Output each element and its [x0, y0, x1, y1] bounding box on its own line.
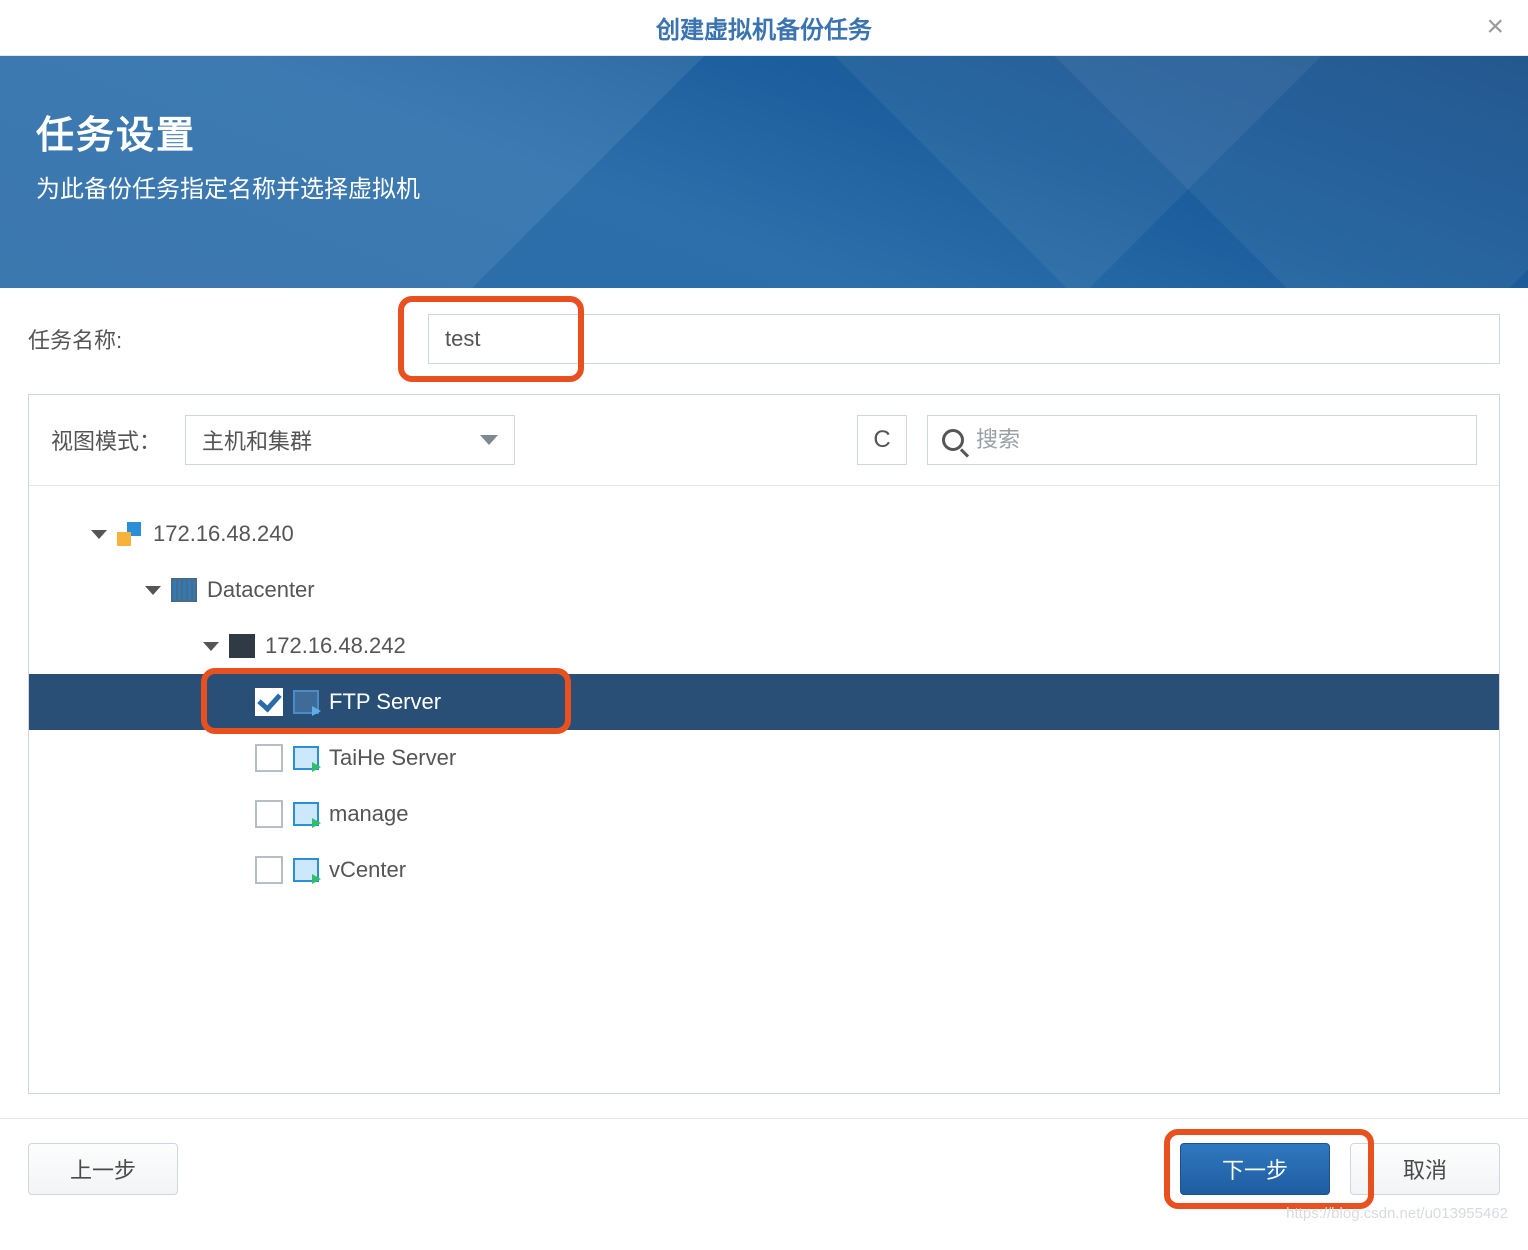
- tree-node-datacenter[interactable]: Datacenter: [45, 562, 1483, 618]
- vm-checkbox[interactable]: [255, 800, 283, 828]
- vm-icon: [293, 690, 319, 714]
- wizard-header: 任务设置 为此备份任务指定名称并选择虚拟机: [0, 56, 1528, 288]
- tree-node-vm[interactable]: TaiHe Server: [45, 730, 1483, 786]
- task-name-label: 任务名称:: [28, 323, 428, 355]
- tree-toolbar: 视图模式： 主机和集群 C: [29, 395, 1499, 486]
- datacenter-icon: [171, 578, 197, 602]
- wizard-footer: 上一步 下一步 取消 https://blog.csdn.net/u013955…: [0, 1118, 1528, 1218]
- search-icon: [942, 429, 964, 451]
- vm-icon: [293, 746, 319, 770]
- expand-icon[interactable]: [203, 642, 219, 651]
- vm-checkbox[interactable]: [255, 856, 283, 884]
- expand-icon[interactable]: [145, 586, 161, 595]
- vm-checkbox[interactable]: [255, 688, 283, 716]
- tree-node-label: Datacenter: [207, 577, 315, 603]
- tree-node-vm[interactable]: vCenter: [45, 842, 1483, 898]
- host-icon: [229, 634, 255, 658]
- chevron-down-icon: [480, 435, 498, 445]
- tree-node-label: FTP Server: [329, 689, 441, 715]
- search-box[interactable]: [927, 415, 1477, 465]
- expand-icon[interactable]: [91, 530, 107, 539]
- vm-icon: [293, 858, 319, 882]
- close-icon[interactable]: ×: [1486, 10, 1504, 44]
- next-button[interactable]: 下一步: [1180, 1143, 1330, 1195]
- tree-node-vm[interactable]: manage: [45, 786, 1483, 842]
- view-mode-value: 主机和集群: [202, 424, 312, 456]
- tree-node-vm[interactable]: FTP Server: [29, 674, 1499, 730]
- wizard-heading: 任务设置: [36, 104, 1492, 159]
- vm-tree-panel: 视图模式： 主机和集群 C 172.16.48.240: [28, 394, 1500, 1094]
- tree-node-vcenter[interactable]: 172.16.48.240: [45, 506, 1483, 562]
- tree-node-label: 172.16.48.240: [153, 521, 294, 547]
- cancel-button[interactable]: 取消: [1350, 1143, 1500, 1195]
- search-input[interactable]: [976, 427, 1462, 453]
- vm-icon: [293, 802, 319, 826]
- vm-checkbox[interactable]: [255, 744, 283, 772]
- dialog-titlebar: 创建虚拟机备份任务 ×: [0, 0, 1528, 56]
- tree-node-label: vCenter: [329, 857, 406, 883]
- view-mode-select[interactable]: 主机和集群: [185, 415, 515, 465]
- tree-node-host[interactable]: 172.16.48.242: [45, 618, 1483, 674]
- task-name-input[interactable]: [428, 314, 1500, 364]
- prev-button[interactable]: 上一步: [28, 1143, 178, 1195]
- refresh-icon: C: [873, 426, 890, 454]
- tree-node-label: manage: [329, 801, 409, 827]
- vm-tree: 172.16.48.240 Datacenter 172.16.48.242 F…: [29, 486, 1499, 918]
- watermark: https://blog.csdn.net/u013955462: [1286, 1205, 1508, 1222]
- tree-node-label: 172.16.48.242: [265, 633, 406, 659]
- view-mode-label: 视图模式：: [51, 424, 161, 456]
- dialog-title: 创建虚拟机备份任务: [656, 10, 872, 45]
- wizard-subtitle: 为此备份任务指定名称并选择虚拟机: [36, 169, 1492, 204]
- refresh-button[interactable]: C: [857, 415, 907, 465]
- task-name-row: 任务名称:: [28, 288, 1500, 394]
- vcenter-icon: [117, 522, 143, 546]
- tree-node-label: TaiHe Server: [329, 745, 456, 771]
